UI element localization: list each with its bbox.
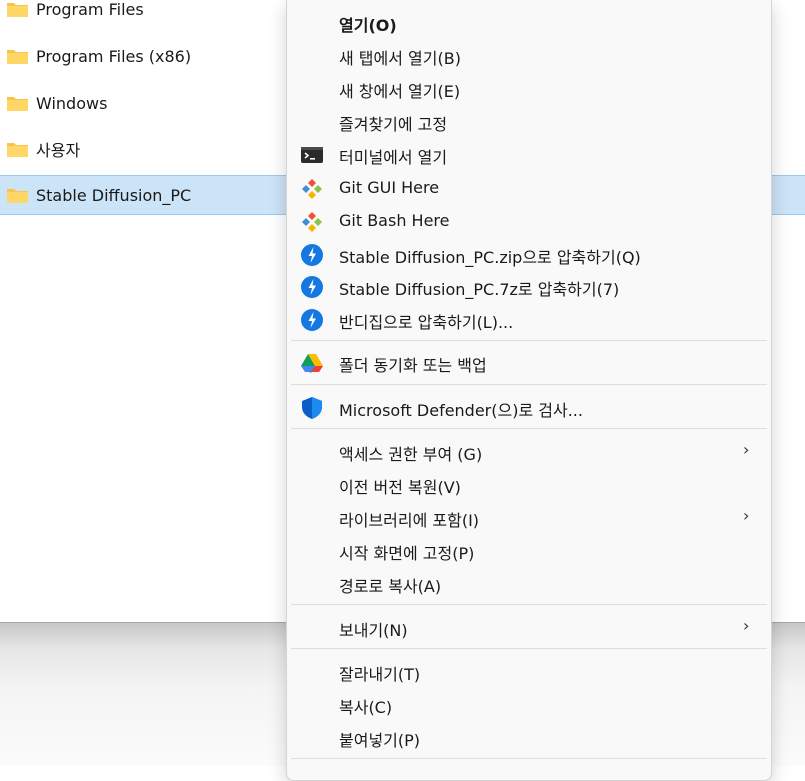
menu-separator: [291, 648, 767, 649]
menu-item-label: 열기(O): [339, 16, 397, 35]
menu-item-pin-quick-access[interactable]: 즐겨찾기에 고정: [287, 105, 771, 138]
file-name: Program Files (x86): [36, 46, 192, 66]
folder-icon: [7, 143, 28, 157]
menu-item-label: 라이브러리에 포함(I): [339, 511, 480, 530]
folder-icon: [7, 189, 28, 203]
menu-item-7z-compress[interactable]: Stable Diffusion_PC.7z로 압축하기(7): [287, 270, 771, 303]
menu-item-restore-previous-versions[interactable]: 이전 버전 복원(V): [287, 468, 771, 501]
chevron-right-icon: ›: [743, 616, 750, 635]
menu-item-label: 이전 버전 복원(V): [339, 478, 461, 497]
menu-item-label: 붙여넣기(P): [339, 731, 421, 750]
menu-item-copy-as-path[interactable]: 경로로 복사(A): [287, 567, 771, 600]
menu-item-label: 새 창에서 열기(E): [339, 82, 461, 101]
context-menu: 열기(O) 새 탭에서 열기(B) 새 창에서 열기(E) 즐겨찾기에 고정 터…: [286, 0, 772, 781]
menu-item-label: 반디집으로 압축하기(L)...: [339, 313, 514, 332]
menu-item-label: 액세스 권한 부여 (G): [339, 445, 483, 464]
menu-item-defender-scan[interactable]: Microsoft Defender(으)로 검사...: [287, 391, 771, 424]
menu-item-label: 즐겨찾기에 고정: [339, 115, 448, 134]
menu-item-label: 시작 화면에 고정(P): [339, 544, 475, 563]
file-name: Stable Diffusion_PC: [36, 185, 192, 205]
menu-item-give-access[interactable]: 액세스 권한 부여 (G) ›: [287, 435, 771, 468]
git-bash-icon: [302, 212, 322, 232]
menu-item-git-bash[interactable]: Git Bash Here: [287, 205, 771, 238]
menu-item-include-in-library[interactable]: 라이브러리에 포함(I) ›: [287, 501, 771, 534]
menu-item-git-gui[interactable]: Git GUI Here: [287, 172, 771, 205]
folder-icon: [7, 3, 28, 17]
menu-item-copy[interactable]: 복사(C): [287, 688, 771, 721]
defender-shield-icon: [302, 397, 322, 419]
menu-item-label: Git GUI Here: [339, 178, 440, 197]
chevron-right-icon: ›: [743, 506, 750, 525]
terminal-icon: [301, 147, 323, 163]
bandizip-icon: [301, 309, 323, 331]
bandizip-icon: [301, 276, 323, 298]
menu-item-pin-to-start[interactable]: 시작 화면에 고정(P): [287, 534, 771, 567]
menu-separator: [291, 384, 767, 385]
menu-item-open-new-tab[interactable]: 새 탭에서 열기(B): [287, 39, 771, 72]
chevron-right-icon: ›: [743, 440, 750, 459]
menu-item-open[interactable]: 열기(O): [287, 6, 771, 39]
menu-separator: [291, 340, 767, 341]
menu-item-label: 잘라내기(T): [339, 665, 421, 684]
menu-item-cut[interactable]: 잘라내기(T): [287, 655, 771, 688]
menu-separator: [291, 428, 767, 429]
folder-icon: [7, 50, 28, 64]
menu-item-label: 새 탭에서 열기(B): [339, 49, 461, 68]
menu-item-paste[interactable]: 붙여넣기(P): [287, 721, 771, 754]
menu-item-label: 폴더 동기화 또는 백업: [339, 356, 487, 375]
git-gui-icon: [302, 179, 322, 199]
menu-item-label: Stable Diffusion_PC.7z로 압축하기(7): [339, 280, 620, 299]
menu-item-label: Microsoft Defender(으)로 검사...: [339, 401, 583, 420]
file-name: Program Files: [36, 0, 144, 19]
menu-item-label: 복사(C): [339, 698, 393, 717]
menu-item-label: 터미널에서 열기: [339, 148, 448, 167]
menu-item-bandizip-compress[interactable]: 반디집으로 압축하기(L)...: [287, 303, 771, 336]
file-name: Windows: [36, 93, 108, 113]
menu-item-open-new-window[interactable]: 새 창에서 열기(E): [287, 72, 771, 105]
menu-item-folder-sync-backup[interactable]: 폴더 동기화 또는 백업: [287, 346, 771, 379]
menu-item-label: Git Bash Here: [339, 211, 450, 230]
menu-item-label: Stable Diffusion_PC.zip으로 압축하기(Q): [339, 248, 641, 267]
menu-item-label: 보내기(N): [339, 621, 408, 640]
menu-separator: [291, 758, 767, 759]
bandizip-icon: [301, 244, 323, 266]
file-name: 사용자: [36, 141, 81, 160]
menu-item-send-to[interactable]: 보내기(N) ›: [287, 611, 771, 644]
menu-item-open-terminal[interactable]: 터미널에서 열기: [287, 138, 771, 171]
menu-item-label: 경로로 복사(A): [339, 577, 442, 596]
folder-icon: [7, 97, 28, 111]
google-drive-icon: [301, 354, 323, 373]
menu-separator: [291, 604, 767, 605]
menu-item-zip-compress[interactable]: Stable Diffusion_PC.zip으로 압축하기(Q): [287, 238, 771, 271]
